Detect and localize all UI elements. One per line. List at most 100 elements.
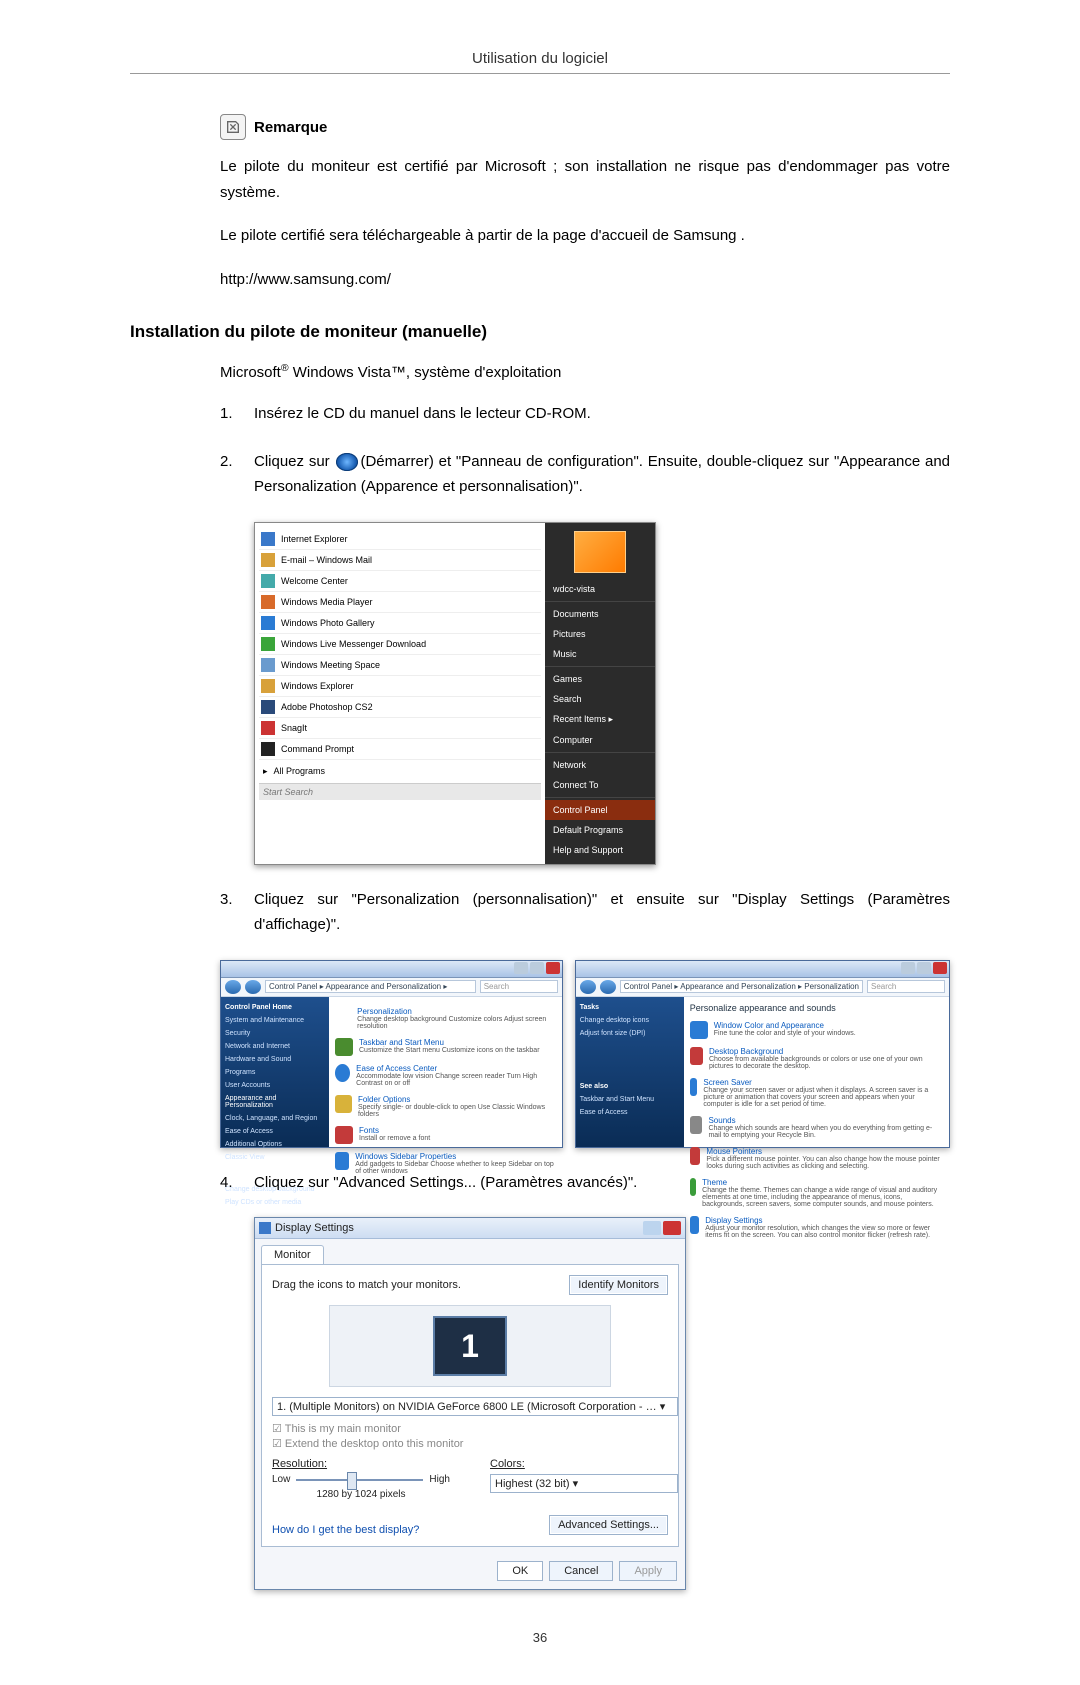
- cp-item[interactable]: Ease of Access CenterAccommodate low vis…: [335, 1060, 556, 1091]
- cp-item[interactable]: FontsInstall or remove a font: [335, 1122, 556, 1148]
- cp-item-sub: Change which sounds are heard when you d…: [708, 1125, 943, 1139]
- window-titlebar: Display Settings: [255, 1218, 685, 1239]
- start-item[interactable]: Windows Media Player: [259, 592, 541, 613]
- cp-item[interactable]: Taskbar and Start MenuCustomize the Star…: [335, 1034, 556, 1060]
- sidebar-item[interactable]: Ease of Access: [580, 1106, 680, 1119]
- help-link[interactable]: How do I get the best display?: [272, 1524, 419, 1536]
- colors-dropdown[interactable]: Highest (32 bit) ▾: [490, 1474, 678, 1493]
- chk-label: This is my main monitor: [285, 1423, 401, 1435]
- screensaver-icon: [690, 1078, 698, 1096]
- start-right-item[interactable]: Connect To: [545, 775, 655, 795]
- window-controls[interactable]: [514, 962, 560, 974]
- window-controls[interactable]: [643, 1221, 681, 1235]
- sidebar-item[interactable]: Classic View: [225, 1151, 325, 1164]
- start-right-item[interactable]: Help and Support: [545, 840, 655, 860]
- sidebar-item[interactable]: Network and Internet: [225, 1040, 325, 1053]
- start-right-item[interactable]: wdcc-vista: [545, 579, 655, 599]
- chk-extend-desktop[interactable]: ☑ Extend the desktop onto this monitor: [272, 1437, 668, 1450]
- start-right-item[interactable]: Search: [545, 689, 655, 709]
- start-item-label: Windows Media Player: [281, 597, 373, 607]
- sidebar-item[interactable]: Clock, Language, and Region: [225, 1112, 325, 1125]
- cp-main: PersonalizationChange desktop background…: [329, 997, 562, 1147]
- cp-item-title: Taskbar and Start Menu: [359, 1038, 540, 1047]
- sidebar-item-active[interactable]: Appearance and Personalization: [225, 1092, 325, 1112]
- start-right-item[interactable]: Games: [545, 669, 655, 689]
- cp-item[interactable]: Folder OptionsSpecify single- or double-…: [335, 1091, 556, 1122]
- start-item[interactable]: Adobe Photoshop CS2: [259, 697, 541, 718]
- start-right-control-panel[interactable]: Control Panel: [545, 800, 655, 820]
- nav-fwd-icon[interactable]: [245, 980, 261, 994]
- start-item[interactable]: Windows Live Messenger Download: [259, 634, 541, 655]
- start-item-label: SnagIt: [281, 723, 307, 733]
- sidebar-item[interactable]: Taskbar and Start Menu: [580, 1093, 680, 1106]
- start-search[interactable]: Start Search: [259, 783, 541, 800]
- search-input[interactable]: Search: [867, 980, 945, 993]
- cp-item-title: Display Settings: [705, 1216, 943, 1225]
- sidebar-item[interactable]: Adjust font size (DPI): [580, 1027, 680, 1040]
- all-programs-label: All Programs: [274, 766, 326, 776]
- cp-item[interactable]: Display SettingsAdjust your monitor reso…: [690, 1212, 943, 1243]
- resolution-label: Resolution:: [272, 1458, 450, 1470]
- color-icon: [690, 1021, 708, 1039]
- cp-item-title: Fonts: [359, 1126, 430, 1135]
- cp-item[interactable]: Screen SaverChange your screen saver or …: [690, 1074, 943, 1112]
- slider-thumb[interactable]: [347, 1472, 357, 1490]
- all-programs[interactable]: ▸ All Programs: [259, 760, 541, 783]
- start-right-item[interactable]: Music: [545, 644, 655, 664]
- drag-label: Drag the icons to match your monitors.: [272, 1279, 461, 1291]
- start-item[interactable]: Command Prompt: [259, 739, 541, 760]
- start-item[interactable]: Welcome Center: [259, 571, 541, 592]
- nav-back-icon[interactable]: [580, 980, 596, 994]
- cp-item[interactable]: Desktop BackgroundChoose from available …: [690, 1043, 943, 1074]
- cp-item[interactable]: Window Color and AppearanceFine tune the…: [690, 1017, 943, 1043]
- sidebar-item[interactable]: Additional Options: [225, 1138, 325, 1151]
- monitor-preview[interactable]: 1: [329, 1305, 611, 1387]
- start-item[interactable]: Windows Photo Gallery: [259, 613, 541, 634]
- sidebar-item[interactable]: System and Maintenance: [225, 1014, 325, 1027]
- cancel-button[interactable]: Cancel: [549, 1561, 613, 1581]
- para-1: Le pilote du moniteur est certifié par M…: [220, 154, 950, 205]
- sidebar-item[interactable]: Programs: [225, 1066, 325, 1079]
- advanced-settings-button[interactable]: Advanced Settings...: [549, 1515, 668, 1535]
- breadcrumb[interactable]: Control Panel ▸ Appearance and Personali…: [620, 980, 863, 993]
- start-item[interactable]: Internet Explorer: [259, 529, 541, 550]
- sidebar-item[interactable]: Hardware and Sound: [225, 1053, 325, 1066]
- start-item[interactable]: E-mail – Windows Mail: [259, 550, 541, 571]
- window-controls[interactable]: [901, 962, 947, 974]
- monitor-thumb[interactable]: 1: [433, 1316, 507, 1376]
- monitor-dropdown[interactable]: 1. (Multiple Monitors) on NVIDIA GeForce…: [272, 1397, 678, 1416]
- cp-item[interactable]: SoundsChange which sounds are heard when…: [690, 1112, 943, 1143]
- start-right-item[interactable]: Documents: [545, 604, 655, 624]
- sidebar-item[interactable]: Change desktop icons: [580, 1014, 680, 1027]
- nav-fwd-icon[interactable]: [600, 980, 616, 994]
- ok-button[interactable]: OK: [497, 1561, 543, 1581]
- slider-track[interactable]: [296, 1479, 423, 1481]
- start-right-item[interactable]: Pictures: [545, 624, 655, 644]
- start-right-item[interactable]: Network: [545, 755, 655, 775]
- start-right-item[interactable]: Default Programs: [545, 820, 655, 840]
- nav-back-icon[interactable]: [225, 980, 241, 994]
- sidebar-item[interactable]: Play CDs or other media: [225, 1196, 325, 1209]
- identify-monitors-button[interactable]: Identify Monitors: [569, 1275, 668, 1295]
- sidebar-item[interactable]: Ease of Access: [225, 1125, 325, 1138]
- sidebar-item[interactable]: Security: [225, 1027, 325, 1040]
- cp-item[interactable]: PersonalizationChange desktop background…: [335, 1003, 556, 1034]
- chk-main-monitor[interactable]: ☑ This is my main monitor: [272, 1422, 668, 1435]
- screenshot-personalization-panel: Control Panel ▸ Appearance and Personali…: [575, 960, 950, 1148]
- sidebar-item[interactable]: User Accounts: [225, 1079, 325, 1092]
- start-item[interactable]: SnagIt: [259, 718, 541, 739]
- welcome-icon: [261, 574, 275, 588]
- resolution-slider[interactable]: Low High: [272, 1474, 450, 1485]
- start-right-item[interactable]: Recent Items ▸: [545, 709, 655, 730]
- fonts-icon: [335, 1126, 353, 1144]
- start-right-item[interactable]: Computer: [545, 730, 655, 750]
- apply-button[interactable]: Apply: [619, 1561, 677, 1581]
- tab-monitor[interactable]: Monitor: [261, 1245, 324, 1264]
- cp-item-title: Desktop Background: [709, 1047, 943, 1056]
- start-item[interactable]: Windows Explorer: [259, 676, 541, 697]
- user-avatar: [574, 531, 626, 573]
- search-input[interactable]: Search: [480, 980, 558, 993]
- start-item[interactable]: Windows Meeting Space: [259, 655, 541, 676]
- breadcrumb[interactable]: Control Panel ▸ Appearance and Personali…: [265, 980, 476, 993]
- cp-sidebar: Tasks Change desktop icons Adjust font s…: [576, 997, 684, 1147]
